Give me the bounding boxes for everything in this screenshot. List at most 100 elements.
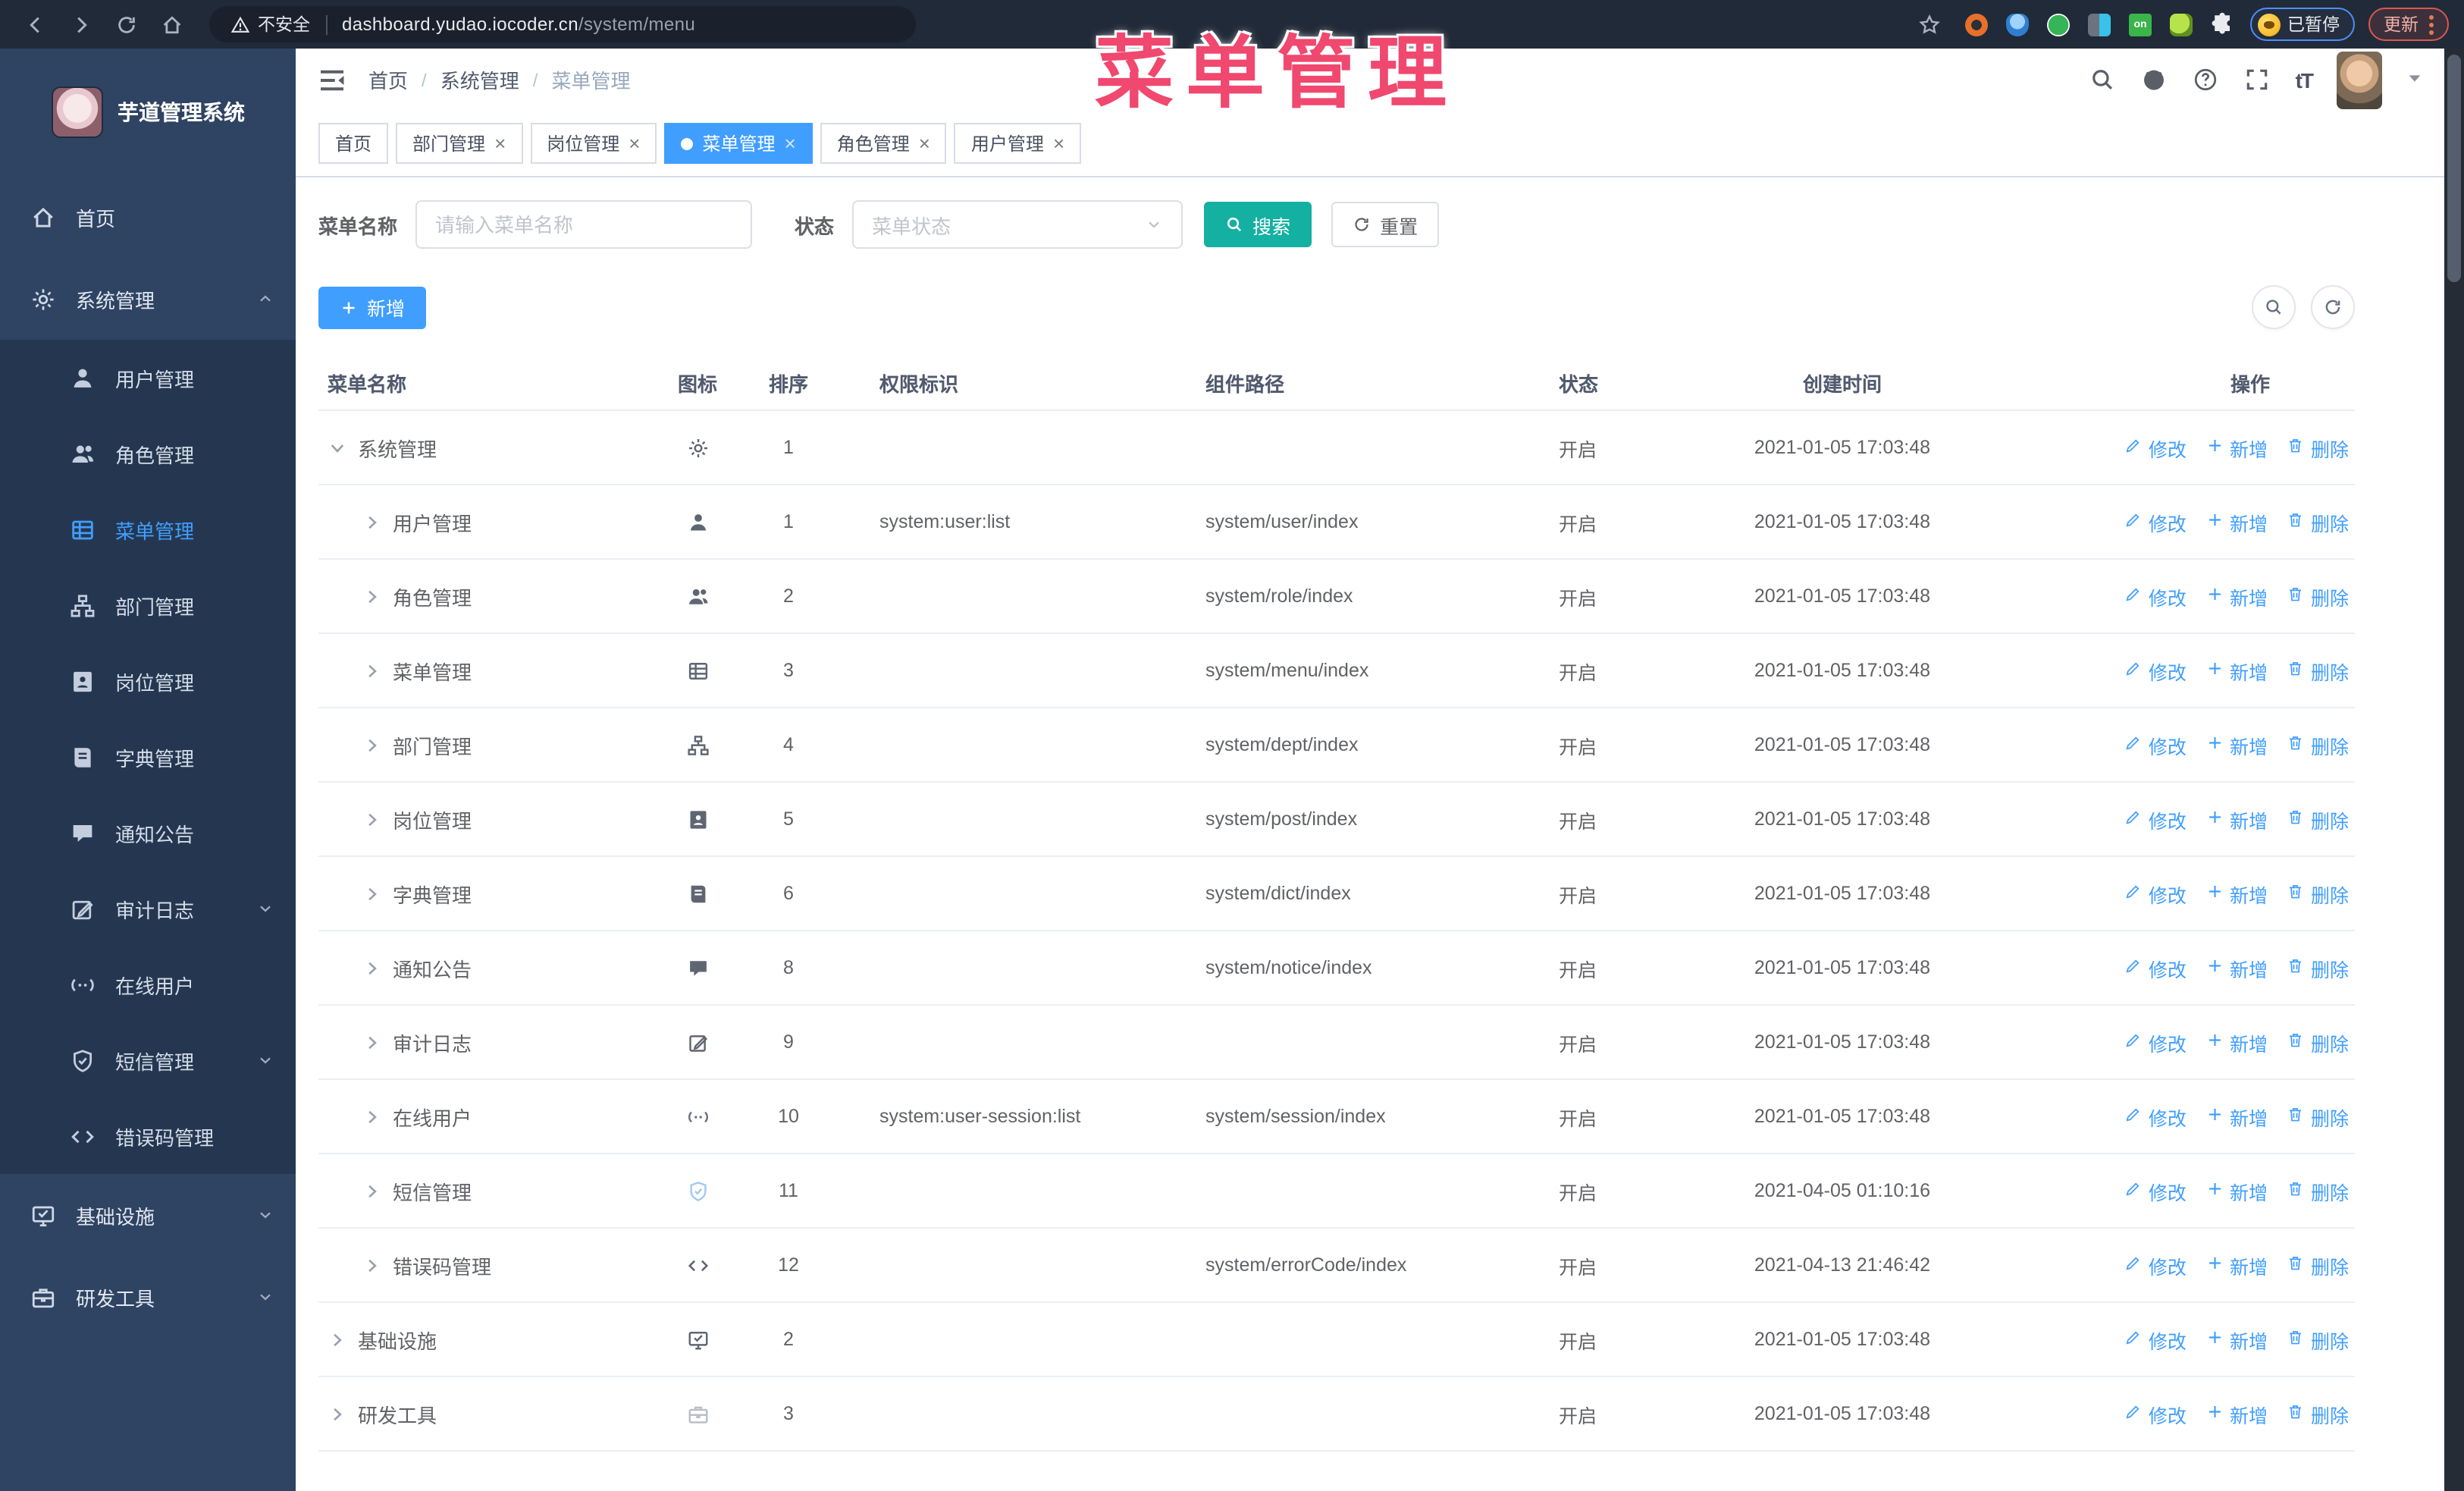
close-icon[interactable]: ×: [1053, 133, 1064, 153]
search-icon[interactable]: [2089, 66, 2117, 93]
caret-right-icon[interactable]: [362, 1181, 382, 1201]
sidebar-toggle-icon[interactable]: [317, 64, 347, 95]
edit-button[interactable]: 修改: [2125, 1176, 2187, 1205]
breadcrumb-item[interactable]: 菜单管理: [551, 65, 630, 94]
show-search-button[interactable]: [2252, 285, 2296, 329]
column-header-操作[interactable]: 操作: [1994, 368, 2355, 397]
edit-button[interactable]: 修改: [2125, 805, 2187, 833]
bookmark-star-icon[interactable]: [1910, 5, 1949, 44]
browser-home-icon[interactable]: [152, 5, 191, 44]
caret-right-icon[interactable]: [362, 661, 382, 680]
column-header-组件路径[interactable]: 组件路径: [1160, 368, 1516, 397]
close-icon[interactable]: ×: [785, 133, 796, 153]
extension-on-badge-icon[interactable]: on: [2127, 11, 2154, 38]
sidebar-item-用户管理[interactable]: 用户管理: [0, 340, 296, 416]
sidebar-item-通知公告[interactable]: 通知公告: [0, 795, 296, 871]
close-icon[interactable]: ×: [494, 133, 506, 153]
delete-button[interactable]: 删除: [2287, 656, 2349, 685]
user-avatar[interactable]: [2337, 51, 2382, 108]
fullscreen-icon[interactable]: [2244, 66, 2271, 93]
close-icon[interactable]: ×: [629, 133, 640, 153]
delete-button[interactable]: 删除: [2287, 1176, 2349, 1205]
delete-button[interactable]: 删除: [2287, 805, 2349, 833]
caret-right-icon[interactable]: [362, 884, 382, 903]
sidebar-item-研发工具[interactable]: 研发工具: [0, 1256, 296, 1338]
edit-button[interactable]: 修改: [2125, 507, 2187, 536]
delete-button[interactable]: 删除: [2287, 1102, 2349, 1131]
sidebar-item-基础设施[interactable]: 基础设施: [0, 1174, 296, 1256]
add-child-button[interactable]: 新增: [2206, 879, 2268, 908]
edit-button[interactable]: 修改: [2125, 1325, 2187, 1354]
app-logo[interactable]: 芋道管理系统: [0, 49, 296, 176]
page-scrollbar[interactable]: [2444, 49, 2464, 1491]
delete-button[interactable]: 删除: [2287, 582, 2349, 611]
delete-button[interactable]: 删除: [2287, 953, 2349, 982]
caret-right-icon[interactable]: [362, 586, 382, 606]
text-size-icon[interactable]: tT: [2296, 67, 2314, 92]
add-child-button[interactable]: 新增: [2206, 433, 2268, 462]
caret-right-icon[interactable]: [328, 1329, 347, 1349]
browser-forward-icon[interactable]: [61, 5, 100, 44]
menu-name-input[interactable]: [415, 200, 753, 249]
sidebar-item-岗位管理[interactable]: 岗位管理: [0, 643, 296, 719]
address-bar[interactable]: 不安全 dashboard.yudao.iocoder.cn/system/me…: [209, 6, 916, 42]
column-header-菜单名称[interactable]: 菜单名称: [318, 368, 652, 397]
caret-right-icon[interactable]: [362, 1032, 382, 1052]
caret-right-icon[interactable]: [328, 1404, 347, 1424]
tag-角色管理[interactable]: 角色管理 ×: [820, 123, 947, 164]
scrollbar-thumb[interactable]: [2447, 55, 2461, 282]
refresh-table-button[interactable]: [2311, 285, 2355, 329]
extension-orange-icon[interactable]: [1963, 11, 1990, 38]
edit-button[interactable]: 修改: [2125, 1399, 2187, 1428]
add-child-button[interactable]: 新增: [2206, 1251, 2268, 1279]
add-child-button[interactable]: 新增: [2206, 1325, 2268, 1354]
tag-首页[interactable]: 首页: [318, 123, 389, 164]
sidebar-item-错误码管理[interactable]: 错误码管理: [0, 1098, 296, 1174]
caret-right-icon[interactable]: [362, 512, 382, 532]
sidebar-item-角色管理[interactable]: 角色管理: [0, 416, 296, 491]
caret-down-icon[interactable]: [2406, 66, 2423, 93]
delete-button[interactable]: 删除: [2287, 507, 2349, 536]
add-child-button[interactable]: 新增: [2206, 805, 2268, 833]
edit-button[interactable]: 修改: [2125, 730, 2187, 759]
column-header-权限标识[interactable]: 权限标识: [834, 368, 1160, 397]
help-icon[interactable]: [2193, 66, 2220, 93]
edit-button[interactable]: 修改: [2125, 656, 2187, 685]
caret-right-icon[interactable]: [362, 735, 382, 755]
column-header-排序[interactable]: 排序: [743, 368, 834, 397]
delete-button[interactable]: 删除: [2287, 1399, 2349, 1428]
caret-right-icon[interactable]: [362, 809, 382, 829]
sidebar-item-字典管理[interactable]: 字典管理: [0, 719, 296, 795]
add-child-button[interactable]: 新增: [2206, 953, 2268, 982]
status-select[interactable]: 菜单状态: [852, 200, 1183, 249]
sidebar-item-审计日志[interactable]: 审计日志: [0, 871, 296, 946]
add-child-button[interactable]: 新增: [2206, 1399, 2268, 1428]
extension-tiles-icon[interactable]: [2086, 11, 2113, 38]
edit-button[interactable]: 修改: [2125, 879, 2187, 908]
not-secure-badge[interactable]: 不安全: [230, 12, 310, 36]
profile-paused-badge[interactable]: 已暂停: [2249, 8, 2355, 41]
breadcrumb-item[interactable]: 系统管理: [440, 65, 519, 94]
column-header-状态[interactable]: 状态: [1516, 368, 1691, 397]
delete-button[interactable]: 删除: [2287, 1325, 2349, 1354]
delete-button[interactable]: 删除: [2287, 879, 2349, 908]
caret-right-icon[interactable]: [362, 1106, 382, 1126]
delete-button[interactable]: 删除: [2287, 1028, 2349, 1056]
caret-right-icon[interactable]: [362, 1255, 382, 1275]
add-child-button[interactable]: 新增: [2206, 507, 2268, 536]
browser-reload-icon[interactable]: [106, 5, 146, 44]
close-icon[interactable]: ×: [919, 133, 930, 153]
tag-部门管理[interactable]: 部门管理 ×: [396, 123, 523, 164]
browser-update-button[interactable]: 更新: [2368, 8, 2449, 41]
add-child-button[interactable]: 新增: [2206, 582, 2268, 611]
edit-button[interactable]: 修改: [2125, 953, 2187, 982]
add-child-button[interactable]: 新增: [2206, 730, 2268, 759]
sidebar-item-在线用户[interactable]: 在线用户: [0, 946, 296, 1022]
column-header-创建时间[interactable]: 创建时间: [1691, 368, 1994, 397]
caret-down-icon[interactable]: [328, 438, 347, 457]
edit-button[interactable]: 修改: [2125, 1028, 2187, 1056]
delete-button[interactable]: 删除: [2287, 433, 2349, 462]
sidebar-item-首页[interactable]: 首页: [0, 176, 296, 258]
search-button[interactable]: 搜索: [1204, 202, 1312, 247]
edit-button[interactable]: 修改: [2125, 433, 2187, 462]
